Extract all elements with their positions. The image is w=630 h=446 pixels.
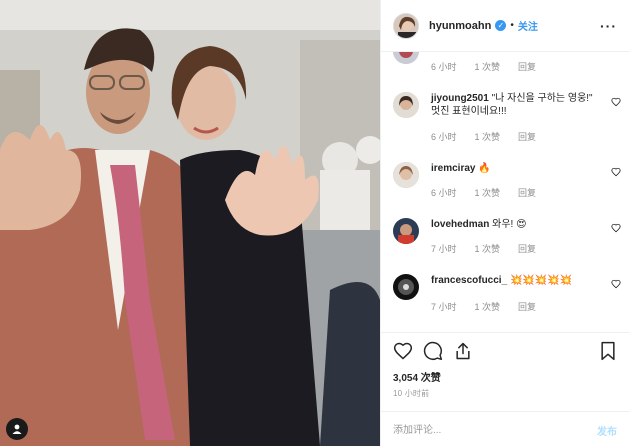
comment-meta: 6 小时 1 次赞 回复	[431, 186, 554, 199]
author-avatar-image	[394, 13, 418, 38]
commenter-username[interactable]: iremciray	[431, 163, 475, 174]
comment-bubble-icon[interactable]	[423, 341, 443, 361]
comment-item: francescofucci_ 💥💥💥💥💥 7 小时 1 次赞 回复	[393, 274, 623, 314]
comment-item: 6 小时 1 次赞 回复	[393, 52, 623, 78]
like-comment-heart-icon[interactable]	[611, 97, 621, 107]
comment-likes[interactable]: 1 次赞	[475, 62, 501, 72]
post-comment-button[interactable]: 发布	[597, 423, 617, 438]
comment-reply-button[interactable]: 回复	[518, 188, 536, 198]
like-comment-heart-icon[interactable]	[611, 223, 621, 233]
follow-button[interactable]: 关注	[518, 18, 538, 33]
share-icon[interactable]	[453, 341, 473, 361]
post-side-panel: hyunmoahn ✓ • 关注 ··· 6 小时 1 次赞 回复 jiyoun…	[380, 0, 630, 446]
post-actions: 3,054 次赞 10 小时前 发布	[381, 332, 630, 446]
header-separator: •	[510, 20, 514, 31]
like-comment-heart-icon[interactable]	[611, 167, 621, 177]
comment-meta: 7 小时 1 次赞 回复	[431, 300, 554, 313]
commenter-username[interactable]: lovehedman	[431, 219, 489, 230]
like-comment-heart-icon[interactable]	[611, 279, 621, 289]
tagged-users-button[interactable]	[6, 418, 28, 440]
more-options-icon[interactable]: ···	[600, 18, 617, 34]
post-header: hyunmoahn ✓ • 关注 ···	[381, 0, 630, 52]
comment-likes[interactable]: 1 次赞	[475, 188, 501, 198]
comment-meta: 6 小时 1 次赞 回复	[431, 130, 554, 143]
comment-likes[interactable]: 1 次赞	[475, 302, 501, 312]
action-icons	[393, 341, 473, 361]
comment-time: 6 小时	[431, 188, 457, 198]
comment-time: 7 小时	[431, 244, 457, 254]
post-timestamp[interactable]: 10 小时前	[393, 388, 429, 399]
post-photo[interactable]	[0, 0, 380, 446]
comment-item: jiyoung2501 "나 자신을 구하는 영웅!" 멋진 표현이네요!!! …	[393, 92, 623, 142]
commenter-username[interactable]: jiyoung2501	[431, 93, 489, 104]
comment-reply-button[interactable]: 回复	[518, 62, 536, 72]
comment-body: iremciray 🔥	[431, 162, 601, 175]
comment-time: 6 小时	[431, 132, 457, 142]
comment-text: 💥💥💥💥💥	[509, 275, 573, 286]
comment-reply-button[interactable]: 回复	[518, 132, 536, 142]
comment-text: 와우! 😍	[492, 219, 527, 230]
verified-badge-icon: ✓	[495, 20, 507, 31]
author-username[interactable]: hyunmoahn	[429, 20, 491, 32]
commenter-username[interactable]: francescofucci_	[431, 275, 507, 286]
comment-likes[interactable]: 1 次赞	[475, 244, 501, 254]
commenter-avatar-image	[393, 218, 419, 244]
user-tag-icon	[12, 424, 22, 434]
add-comment-input[interactable]	[393, 422, 573, 438]
comment-reply-button[interactable]: 回复	[518, 302, 536, 312]
commenter-avatar[interactable]	[393, 274, 419, 300]
comment-body: francescofucci_ 💥💥💥💥💥	[431, 274, 601, 287]
comment-body: jiyoung2501 "나 자신을 구하는 영웅!" 멋진 표현이네요!!!	[431, 92, 601, 118]
comment-meta: 7 小时 1 次赞 回复	[431, 242, 554, 255]
commenter-avatar-image	[393, 52, 419, 64]
commenter-avatar-image	[393, 162, 419, 188]
comments-list[interactable]: 6 小时 1 次赞 回复 jiyoung2501 "나 자신을 구하는 영웅!" 멋…	[381, 52, 630, 332]
commenter-avatar[interactable]	[393, 92, 419, 118]
comment-likes[interactable]: 1 次赞	[475, 132, 501, 142]
commenter-avatar[interactable]	[393, 162, 419, 188]
comment-item: lovehedman 와우! 😍 7 小时 1 次赞 回复	[393, 218, 623, 258]
commenter-avatar-image	[393, 274, 419, 300]
comment-meta: 6 小时 1 次赞 回复	[431, 60, 554, 73]
comment-reply-button[interactable]: 回复	[518, 244, 536, 254]
author-avatar[interactable]	[393, 12, 419, 39]
add-comment-bar: 发布	[381, 411, 630, 446]
photo-illustration	[0, 0, 380, 446]
like-count[interactable]: 3,054 次赞	[393, 369, 441, 384]
like-heart-icon[interactable]	[393, 341, 413, 361]
comment-time: 7 小时	[431, 302, 457, 312]
commenter-avatar[interactable]	[393, 52, 419, 64]
comment-item: iremciray 🔥 6 小时 1 次赞 回复	[393, 162, 623, 202]
bookmark-icon[interactable]	[599, 341, 617, 361]
commenter-avatar[interactable]	[393, 218, 419, 244]
comment-time: 6 小时	[431, 62, 457, 72]
commenter-avatar-image	[393, 92, 419, 118]
comment-body: lovehedman 와우! 😍	[431, 218, 601, 231]
comment-text: 🔥	[478, 163, 491, 174]
